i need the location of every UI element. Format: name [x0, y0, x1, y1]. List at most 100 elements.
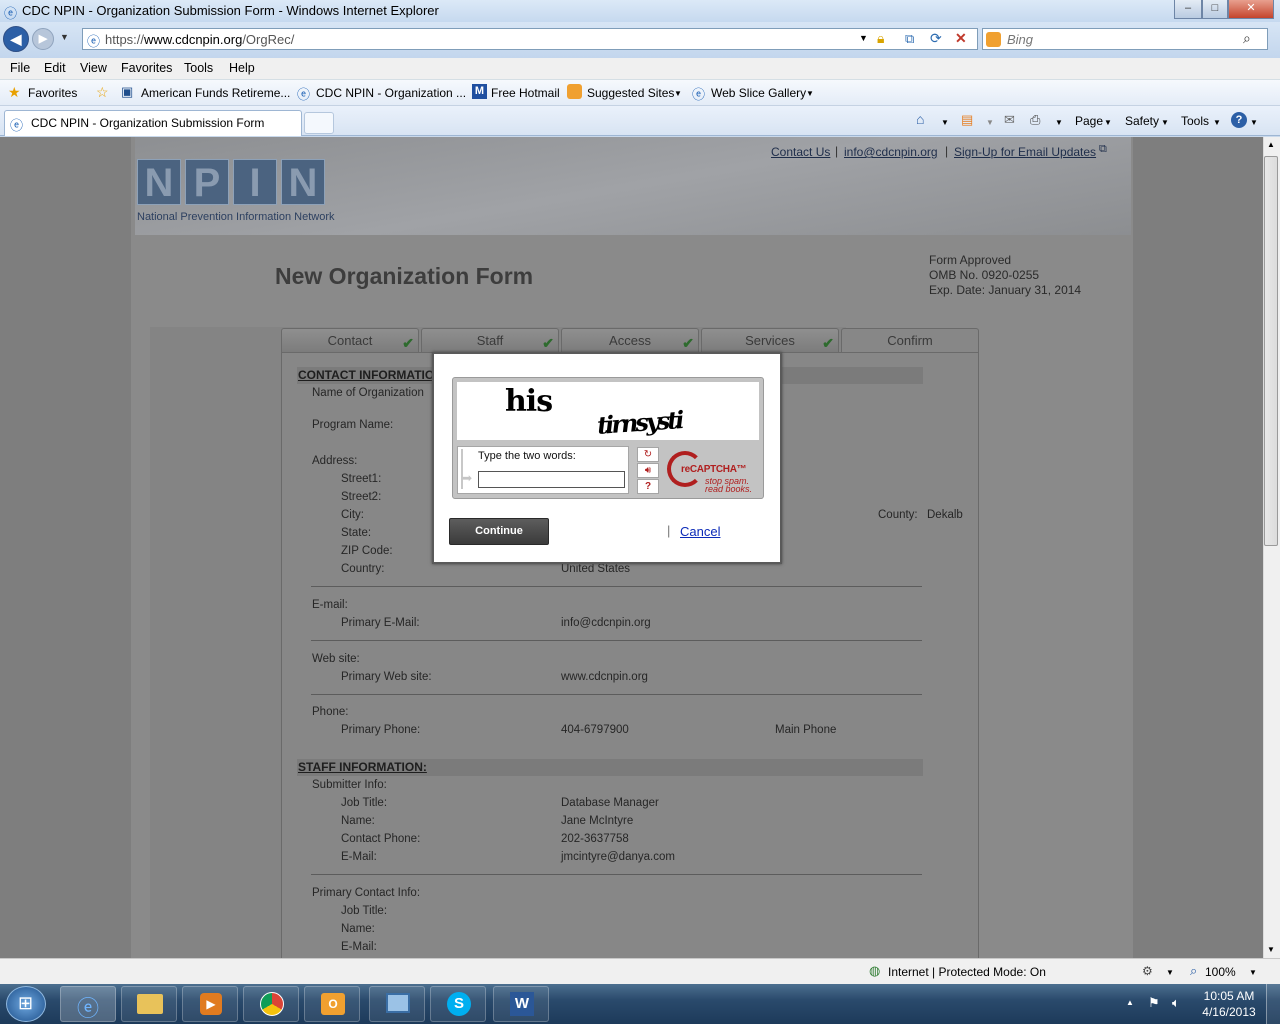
- show-desktop-button[interactable]: [1266, 984, 1280, 1024]
- taskbar-ie[interactable]: ⓔ: [60, 986, 116, 1022]
- security-dropdown-icon[interactable]: ▼: [1166, 968, 1174, 977]
- state-label: State:: [341, 527, 372, 539]
- zoom-dropdown-icon[interactable]: ▼: [1249, 968, 1257, 977]
- taskbar-outlook[interactable]: O: [304, 986, 360, 1022]
- page-menu[interactable]: Page: [1075, 114, 1103, 128]
- new-tab-button[interactable]: [304, 112, 334, 134]
- page-dropdown-icon[interactable]: ▼: [1104, 118, 1112, 127]
- taskbar-chrome[interactable]: [243, 986, 299, 1022]
- tab-services[interactable]: Services ✔: [701, 328, 839, 352]
- feeds-dropdown-icon[interactable]: ▼: [986, 118, 994, 127]
- taskbar-word[interactable]: W: [493, 986, 549, 1022]
- primary-contact-label: Primary Contact Info:: [312, 887, 421, 899]
- zip-label: ZIP Code:: [341, 545, 393, 557]
- close-window-button[interactable]: ✕: [1228, 0, 1274, 19]
- tab-access[interactable]: Access ✔: [561, 328, 699, 352]
- print-icon[interactable]: ⎙: [1030, 112, 1040, 128]
- minimize-button[interactable]: –: [1174, 0, 1202, 19]
- menu-edit[interactable]: Edit: [44, 61, 66, 75]
- menu-file[interactable]: File: [10, 61, 30, 75]
- safety-dropdown-icon[interactable]: ▼: [1161, 118, 1169, 127]
- submitter-name-value: Jane McIntyre: [561, 815, 634, 827]
- search-icon[interactable]: ⌕: [1243, 30, 1251, 47]
- tab-active[interactable]: ⓔ CDC NPIN - Organization Submission For…: [4, 110, 302, 136]
- form-approval: Form Approved OMB No. 0920-0255 Exp. Dat…: [929, 253, 1081, 298]
- zoom-icon[interactable]: ⌕: [1190, 963, 1197, 979]
- country-value: United States: [561, 563, 631, 575]
- zoom-level[interactable]: 100%: [1205, 965, 1236, 979]
- continue-button[interactable]: Continue: [449, 518, 549, 545]
- system-clock[interactable]: 10:05 AM 4/16/2013: [1196, 988, 1262, 1020]
- read-mail-icon[interactable]: ✉: [1004, 112, 1015, 128]
- scrollbar-thumb[interactable]: [1264, 156, 1278, 546]
- fav-cdc-npin[interactable]: CDC NPIN - Organization ...: [316, 86, 466, 100]
- audio-captcha-icon[interactable]: 🔊︎: [637, 463, 659, 478]
- tab-confirm[interactable]: Confirm: [841, 328, 979, 352]
- tools-dropdown-icon[interactable]: ▼: [1213, 118, 1221, 127]
- maximize-button[interactable]: □: [1202, 0, 1228, 19]
- divider: [311, 874, 922, 875]
- taskbar-explorer[interactable]: [121, 986, 177, 1022]
- help-dropdown-icon[interactable]: ▼: [1250, 118, 1258, 127]
- menu-help[interactable]: Help: [229, 61, 255, 75]
- taskbar-skype[interactable]: S: [430, 986, 486, 1022]
- tab-staff[interactable]: Staff ✔: [421, 328, 559, 352]
- primary-email-label: Primary E-Mail:: [341, 617, 420, 629]
- start-button[interactable]: ⊞: [6, 986, 46, 1022]
- window-title: CDC NPIN - Organization Submission Form …: [22, 3, 439, 18]
- address-bar[interactable]: ⓔ https://www.cdcnpin.org/OrgRec/ ▼ 🔒︎ ⧉…: [82, 28, 978, 50]
- org-name-label: Name of Organization: [312, 387, 424, 399]
- address-label: Address:: [312, 455, 358, 467]
- tab-contact[interactable]: Contact ✔: [281, 328, 419, 352]
- address-dropdown-icon[interactable]: ▼: [859, 33, 868, 43]
- scroll-down-icon[interactable]: ▼: [1267, 945, 1275, 954]
- print-dropdown-icon[interactable]: ▼: [1055, 118, 1063, 127]
- refresh-icon[interactable]: ⟳: [930, 30, 942, 47]
- fav-free-hotmail[interactable]: Free Hotmail: [491, 86, 560, 100]
- scroll-up-icon[interactable]: ▲: [1267, 140, 1275, 149]
- taskbar-remote-desktop[interactable]: [369, 986, 425, 1022]
- email-link[interactable]: info@cdcnpin.org: [844, 145, 938, 159]
- refresh-captcha-icon[interactable]: ↻: [637, 447, 659, 462]
- back-button[interactable]: ◀: [3, 26, 29, 52]
- favorites-button[interactable]: Favorites: [28, 86, 77, 100]
- fav-suggested-sites[interactable]: Suggested Sites: [587, 86, 674, 100]
- compatibility-view-icon[interactable]: ⧉: [905, 31, 914, 47]
- action-center-icon[interactable]: ⚑: [1148, 995, 1160, 1011]
- safety-menu[interactable]: Safety: [1125, 114, 1159, 128]
- add-favorite-icon[interactable]: ☆: [96, 84, 109, 101]
- address-text[interactable]: https://www.cdcnpin.org/OrgRec/: [105, 32, 294, 47]
- stop-icon[interactable]: ✕: [955, 30, 967, 47]
- fav-web-slice-gallery[interactable]: Web Slice Gallery: [711, 86, 806, 100]
- menu-favorites[interactable]: Favorites: [121, 61, 172, 75]
- volume-icon[interactable]: 🔈︎: [1172, 995, 1180, 1011]
- status-bar: ◍ Internet | Protected Mode: On ⚙ ▼ ⌕ 10…: [0, 958, 1280, 984]
- recaptcha-tagline-2: read books.: [705, 484, 753, 494]
- cancel-link[interactable]: Cancel: [680, 524, 720, 539]
- fav-american-funds[interactable]: American Funds Retireme...: [141, 86, 290, 100]
- help-icon[interactable]: ?: [1231, 112, 1247, 128]
- security-shield-icon[interactable]: ⚙: [1142, 964, 1153, 978]
- security-zone[interactable]: Internet | Protected Mode: On: [888, 965, 1046, 979]
- home-icon[interactable]: ⌂: [916, 111, 924, 127]
- suggested-sites-dropdown-icon[interactable]: ▼: [674, 89, 682, 98]
- menu-view[interactable]: View: [80, 61, 107, 75]
- web-slice-dropdown-icon[interactable]: ▼: [806, 89, 814, 98]
- show-hidden-icons[interactable]: ▲: [1126, 998, 1134, 1007]
- contact-us-link[interactable]: Contact Us: [771, 145, 830, 159]
- taskbar-media-player[interactable]: ▶: [182, 986, 238, 1022]
- lock-icon[interactable]: 🔒︎: [877, 30, 884, 47]
- email-signup-link[interactable]: Sign-Up for Email Updates: [954, 145, 1096, 159]
- menu-tools[interactable]: Tools: [184, 61, 213, 75]
- country-label: Country:: [341, 563, 385, 575]
- logo-letter-n2: N: [281, 159, 325, 205]
- recent-pages-dropdown-icon[interactable]: ▼: [60, 32, 69, 42]
- search-box[interactable]: Bing ⌕: [982, 28, 1268, 50]
- submitter-email-value: jmcintyre@danya.com: [561, 851, 675, 863]
- tools-menu[interactable]: Tools: [1181, 114, 1209, 128]
- captcha-help-icon[interactable]: ?: [637, 479, 659, 494]
- forward-button[interactable]: ▶: [32, 28, 54, 50]
- feeds-icon[interactable]: ▤: [961, 112, 973, 128]
- home-dropdown-icon[interactable]: ▼: [941, 118, 949, 127]
- captcha-response-input[interactable]: [478, 471, 625, 488]
